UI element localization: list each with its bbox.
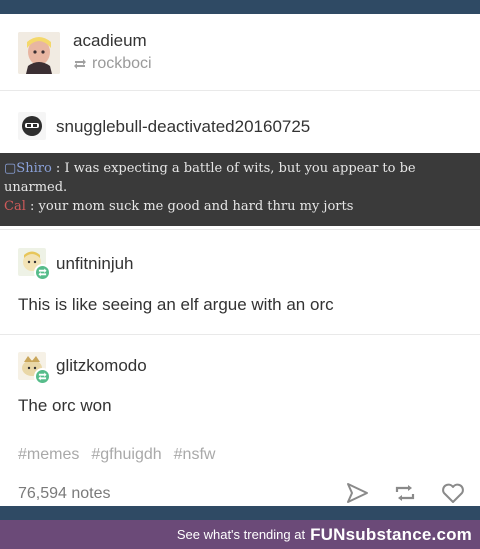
reblog-badge-icon xyxy=(34,264,51,281)
author-name[interactable]: acadieum xyxy=(73,31,147,51)
glitzkomodo-username[interactable]: glitzkomodo xyxy=(56,356,147,376)
tag[interactable]: #gfhuigdh xyxy=(91,446,161,464)
snugglebull-username[interactable]: snugglebull-deactivated20160725 xyxy=(56,117,310,137)
chat-speaker-2: Cal xyxy=(4,199,26,214)
author-avatar[interactable] xyxy=(18,32,60,74)
top-bar xyxy=(0,0,480,14)
reblog-icon[interactable] xyxy=(392,480,418,506)
tag[interactable]: #nsfw xyxy=(174,446,216,464)
unfitninjuh-post-text: This is like seeing an elf argue with an… xyxy=(18,295,334,314)
divider xyxy=(0,334,480,335)
reblogged-from[interactable]: rockboci xyxy=(73,55,152,73)
reblog-small-icon xyxy=(74,59,86,69)
chat-line-1: ▢Shiro : I was expecting a battle of wit… xyxy=(4,161,416,195)
unfitninjuh-username[interactable]: unfitninjuh xyxy=(56,254,134,274)
chat-text-2: your mom suck me good and hard thru my j… xyxy=(38,199,354,214)
bottom-bar xyxy=(0,506,480,520)
notes-count[interactable]: 76,594 notes xyxy=(18,485,111,503)
glitzkomodo-post-text: The orc won xyxy=(18,396,112,415)
post-actions xyxy=(344,480,466,506)
footer-text: See what's trending at xyxy=(176,527,306,542)
like-icon[interactable] xyxy=(440,480,466,506)
tag-list: #memes #gfhuigdh #nsfw xyxy=(18,446,215,464)
chat-line-2: Cal : your mom suck me good and hard thr… xyxy=(4,199,354,214)
site-footer: See what's trending at FUNsubstance.com xyxy=(0,520,480,549)
post-card: acadieum rockboci snugglebull-deactivate… xyxy=(0,14,480,506)
footer-brand-logo[interactable]: FUNsubstance.com xyxy=(310,525,472,545)
divider xyxy=(0,90,480,91)
reblog-badge-icon xyxy=(34,368,51,385)
chat-screenshot: ▢Shiro : I was expecting a battle of wit… xyxy=(0,153,480,226)
divider xyxy=(0,229,480,230)
chat-text-1: I was expecting a battle of wits, but yo… xyxy=(4,161,416,195)
snugglebull-avatar[interactable] xyxy=(18,112,46,140)
chat-speaker-1: ▢Shiro xyxy=(4,161,52,176)
tag[interactable]: #memes xyxy=(18,446,79,464)
reblogged-from-name: rockboci xyxy=(92,55,152,72)
share-icon[interactable] xyxy=(344,480,370,506)
